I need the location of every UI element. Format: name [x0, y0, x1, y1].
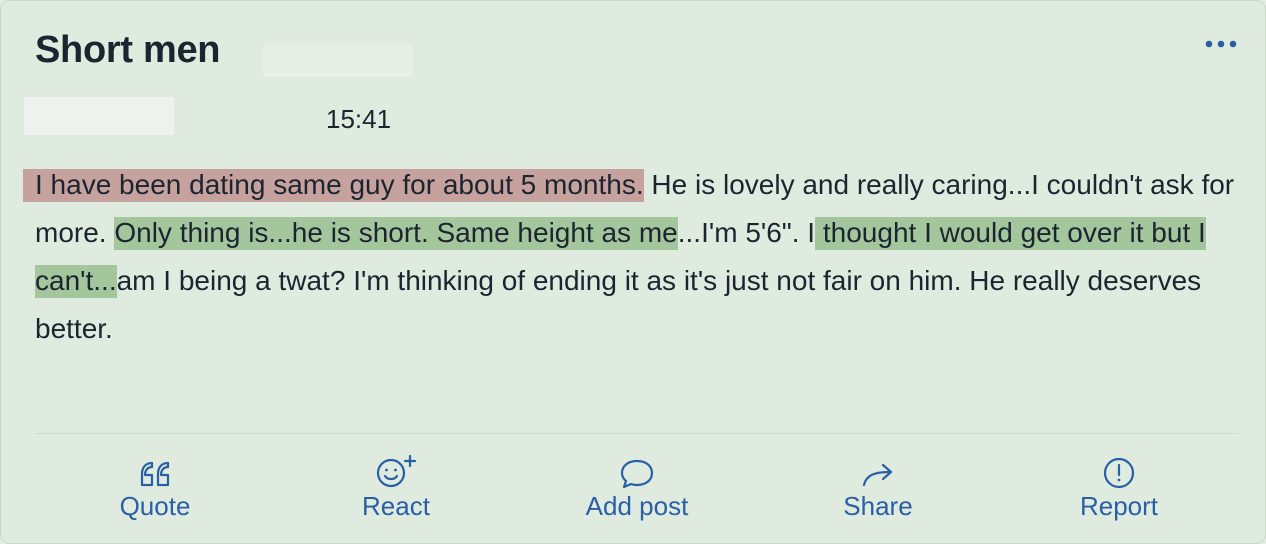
highlight-red: I have been dating same guy for about 5 …	[23, 169, 644, 202]
more-options-button[interactable]	[1199, 29, 1243, 59]
thread-post: Short men 15:41 I have been dating same …	[0, 0, 1266, 544]
post-actions: Quote React Add post Share Report	[35, 447, 1239, 533]
react-button[interactable]: React	[316, 447, 476, 533]
share-arrow-icon	[862, 463, 893, 487]
ellipsis-icon	[1205, 40, 1237, 48]
quote-label: Quote	[119, 491, 191, 521]
smiley-plus-icon	[376, 454, 417, 488]
body-text-segment: ...I'm 5'6". I	[677, 217, 823, 248]
report-label: Report	[1079, 491, 1159, 521]
highlight-green: Only thing is...he is short. Same height…	[114, 217, 678, 250]
exclamation-circle-icon	[1103, 457, 1135, 489]
report-button[interactable]: Report	[1039, 447, 1199, 533]
thread-title: Short men	[35, 29, 221, 71]
redacted-area	[263, 45, 413, 76]
divider	[35, 433, 1239, 434]
speech-bubble-icon	[620, 459, 654, 489]
post-body: I have been dating same guy for about 5 …	[23, 161, 1235, 353]
react-label: React	[362, 491, 430, 521]
add-post-label: Add post	[585, 491, 689, 521]
post-timestamp: 15:41	[326, 104, 392, 134]
quote-icon	[140, 461, 170, 487]
body-text-segment: am I being a twat? I'm thinking of endin…	[35, 265, 1202, 344]
quote-button[interactable]: Quote	[75, 447, 235, 533]
add-post-button[interactable]: Add post	[557, 447, 717, 533]
share-button[interactable]: Share	[798, 447, 958, 533]
share-label: Share	[843, 491, 913, 521]
redacted-author	[24, 97, 174, 135]
